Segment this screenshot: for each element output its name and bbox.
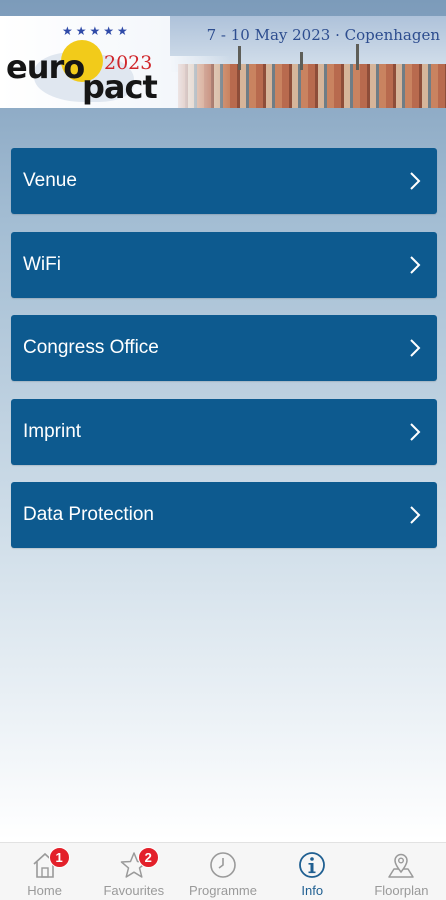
- logo-stars: ★★★★★: [62, 24, 131, 38]
- map-pin-icon: [386, 850, 416, 880]
- info-menu: Venue WiFi Congress Office Imprint Data …: [11, 148, 437, 566]
- star-icon: 2: [119, 847, 159, 880]
- menu-item-data-protection[interactable]: Data Protection: [11, 482, 437, 548]
- tab-home[interactable]: 1 Home: [0, 843, 89, 900]
- tab-info[interactable]: Info: [268, 843, 357, 900]
- banner-date-location: 7 - 10 May 2023 · Copenhagen: [206, 26, 440, 44]
- banner-fade: [170, 56, 230, 108]
- chevron-right-icon: [409, 338, 421, 358]
- menu-item-label: Imprint: [23, 420, 82, 442]
- chevron-right-icon: [409, 505, 421, 525]
- chevron-right-icon: [409, 422, 421, 442]
- tab-label: Favourites: [103, 883, 165, 898]
- menu-item-label: Congress Office: [23, 337, 159, 358]
- tab-label: Floorplan: [374, 883, 429, 898]
- info-icon: [297, 850, 327, 880]
- menu-item-imprint[interactable]: Imprint: [11, 398, 437, 465]
- banner-spire: [300, 52, 303, 70]
- banner-spire: [238, 46, 241, 70]
- menu-item-label: Data Protection: [23, 504, 154, 525]
- menu-item-congress-office[interactable]: Congress Office: [11, 315, 437, 381]
- menu-item-label: Venue: [23, 170, 77, 191]
- tab-label: Info: [301, 883, 324, 898]
- favourites-badge: 2: [137, 847, 159, 868]
- logo-word-pact: pact: [82, 68, 158, 106]
- tab-floorplan[interactable]: Floorplan: [357, 843, 446, 900]
- tab-favourites[interactable]: 2 Favourites: [89, 843, 178, 900]
- home-badge: 1: [48, 847, 70, 868]
- home-icon: 1: [30, 847, 70, 880]
- tab-programme[interactable]: Programme: [178, 843, 267, 900]
- bottom-tab-bar: 1 Home 2 Favourites Programme Info Floor…: [0, 842, 446, 900]
- conference-banner: 7 - 10 May 2023 · Copenhagen ★★★★★ euro …: [0, 16, 446, 108]
- tab-label: Home: [27, 883, 62, 898]
- tab-label: Programme: [189, 883, 257, 898]
- logo-word-euro: euro: [6, 48, 85, 86]
- chevron-right-icon: [409, 255, 421, 275]
- menu-item-label: WiFi: [23, 253, 61, 275]
- app-screen: 7 - 10 May 2023 · Copenhagen ★★★★★ euro …: [0, 0, 446, 900]
- europact-logo: ★★★★★ euro 2023 pact: [4, 22, 176, 106]
- menu-item-venue[interactable]: Venue: [11, 148, 437, 214]
- banner-spire: [356, 44, 359, 70]
- clock-icon: [208, 850, 238, 880]
- menu-item-wifi[interactable]: WiFi: [11, 231, 437, 298]
- chevron-right-icon: [409, 171, 421, 191]
